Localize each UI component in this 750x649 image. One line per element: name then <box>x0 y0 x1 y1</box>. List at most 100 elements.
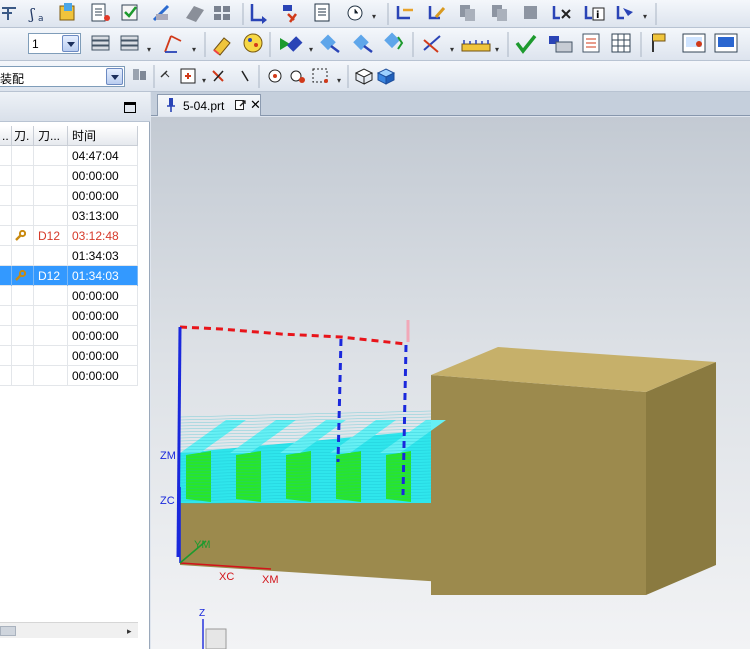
edit-toolpath-icon[interactable] <box>428 6 446 20</box>
postprocess-icon[interactable] <box>423 35 441 53</box>
move-icon[interactable] <box>250 4 267 24</box>
row-icon-cell <box>12 206 34 226</box>
clock-icon[interactable] <box>347 5 363 21</box>
row-name-cell <box>0 346 12 366</box>
table-row[interactable]: 04:47:04 <box>0 146 138 166</box>
window-select-dropdown-icon[interactable]: ▾ <box>337 76 341 85</box>
filter-path-icon[interactable] <box>616 6 633 20</box>
column-header-tool[interactable]: 刀. <box>12 126 34 146</box>
toolpath-icon[interactable] <box>396 6 413 20</box>
window-select-icon[interactable] <box>312 68 328 83</box>
column-header-name[interactable]: .. <box>0 126 12 146</box>
layers-icon[interactable] <box>524 6 537 19</box>
confirm-icon[interactable] <box>515 34 537 54</box>
clock-dropdown-icon[interactable]: ▾ <box>372 12 376 21</box>
screen-icon[interactable] <box>714 33 738 53</box>
wrench-icon <box>15 270 26 281</box>
table-row[interactable]: 00:00:00 <box>0 346 138 366</box>
eraser-icon[interactable] <box>213 37 231 56</box>
close-tab-icon[interactable]: ✕ <box>250 97 261 113</box>
toolpath-hatch-line <box>179 413 432 421</box>
paint-icon[interactable] <box>243 33 263 53</box>
verify-icon[interactable] <box>121 4 138 21</box>
flag-icon[interactable] <box>652 33 666 52</box>
view-triad-icon[interactable]: Z <box>199 608 227 649</box>
machine-icon[interactable] <box>549 36 573 53</box>
column-header-tool-desc[interactable]: 刀... <box>34 126 68 146</box>
table-icon[interactable] <box>611 33 631 53</box>
copy-path-icon[interactable] <box>460 5 475 21</box>
row-icon-cell <box>12 186 34 206</box>
row-name-cell <box>0 166 12 186</box>
table-row[interactable]: 00:00:00 <box>0 306 138 326</box>
scroll-right-icon[interactable]: ▸ <box>127 626 132 637</box>
snap-point-icon[interactable] <box>160 70 170 78</box>
center-point-icon[interactable] <box>268 69 282 83</box>
replay-icon[interactable] <box>320 34 340 53</box>
scrollbar-thumb[interactable] <box>0 626 16 636</box>
solid-box-icon[interactable] <box>376 68 396 85</box>
document-tab[interactable]: 5-04.prt ✕ <box>157 94 261 116</box>
row-time-cell: 04:47:04 <box>68 146 138 166</box>
wcs-dropdown-icon[interactable]: ▾ <box>192 45 196 54</box>
select-box-icon[interactable] <box>180 68 196 84</box>
generate-dropdown-icon[interactable]: ▾ <box>309 45 313 54</box>
snap-end-icon[interactable] <box>212 70 224 82</box>
table-row[interactable]: D12 01:34:03 <box>0 266 138 286</box>
graphics-viewport[interactable]: ZM ZC YM XC XM Z <box>151 117 750 649</box>
maximize-icon[interactable] <box>124 102 136 113</box>
row-tool-cell: D12 <box>34 266 68 286</box>
layer-settings-icon[interactable] <box>91 35 110 51</box>
simulate-icon[interactable] <box>384 32 404 50</box>
sketch-icon[interactable] <box>2 7 16 20</box>
grid-view-icon[interactable] <box>214 6 230 20</box>
stack-icon[interactable] <box>492 5 507 21</box>
column-header-time[interactable]: 时间 <box>68 126 138 146</box>
shade-icon[interactable] <box>186 6 204 22</box>
info-icon[interactable]: i <box>584 6 605 21</box>
tool-list-icon[interactable] <box>582 33 600 53</box>
row-tool-cell <box>34 246 68 266</box>
table-row[interactable]: 00:00:00 <box>0 326 138 346</box>
check-part-icon[interactable] <box>59 3 75 21</box>
shop-docs-icon[interactable] <box>461 40 491 52</box>
row-icon-cell <box>12 346 34 366</box>
arrow-icon[interactable] <box>241 70 249 82</box>
pin-icon[interactable] <box>166 98 176 112</box>
row-time-cell: 00:00:00 <box>68 186 138 206</box>
list-icon[interactable] <box>314 3 330 22</box>
quadrant-point-icon[interactable] <box>290 70 305 83</box>
wcs-icon[interactable] <box>164 35 182 53</box>
row-tool-cell <box>34 186 68 206</box>
delete-path-icon[interactable] <box>552 6 571 20</box>
shop-docs-dropdown-icon[interactable]: ▾ <box>495 45 499 54</box>
select-dropdown-icon[interactable]: ▾ <box>202 76 206 85</box>
window-icon[interactable] <box>682 33 706 53</box>
generate-path-icon[interactable] <box>280 36 303 52</box>
table-row[interactable]: 03:13:00 <box>0 206 138 226</box>
verify-path-icon[interactable] <box>353 34 373 53</box>
table-row[interactable]: 00:00:00 <box>0 166 138 186</box>
postprocess-dropdown-icon[interactable]: ▾ <box>450 45 454 54</box>
table-row[interactable]: 00:00:00 <box>0 186 138 206</box>
table-row[interactable]: D12 03:12:48 <box>0 226 138 246</box>
toolpath-green-strip <box>386 451 411 502</box>
measure-icon[interactable] <box>152 4 170 22</box>
move-to-layer-icon[interactable] <box>120 35 139 51</box>
table-row[interactable]: 00:00:00 <box>0 286 138 306</box>
layer-dropdown-icon[interactable]: ▾ <box>147 45 151 54</box>
row-name-cell <box>0 286 12 306</box>
document-icon[interactable] <box>91 3 110 22</box>
sequence-icon[interactable] <box>283 5 297 23</box>
table-row[interactable]: 00:00:00 <box>0 366 138 386</box>
horizontal-scrollbar[interactable]: ▸ <box>0 622 138 638</box>
popout-icon[interactable] <box>235 100 246 111</box>
wire-box-icon[interactable] <box>354 68 374 85</box>
row-time-cell: 00:00:00 <box>68 326 138 346</box>
table-row[interactable]: 01:34:03 <box>0 246 138 266</box>
base-block-side-face <box>646 362 716 595</box>
path-dropdown-icon[interactable]: ▾ <box>643 12 647 21</box>
formula-icon[interactable]: ʃa <box>28 5 44 24</box>
row-name-cell <box>0 186 12 206</box>
selection-filter-icon[interactable] <box>133 69 146 80</box>
